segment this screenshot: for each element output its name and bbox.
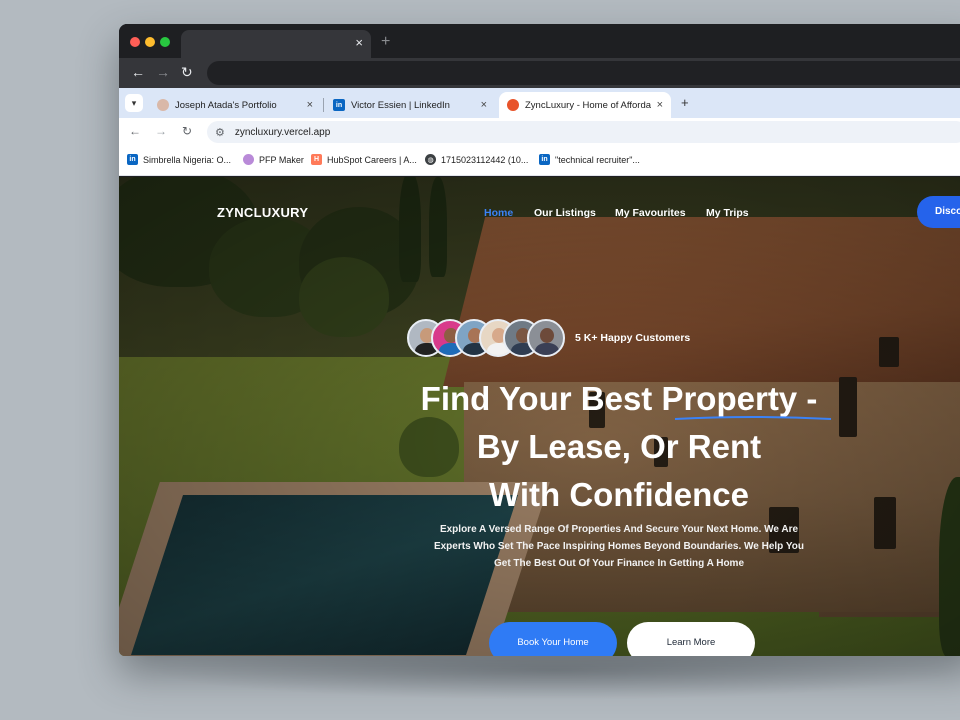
linkedin-icon: in <box>333 99 345 111</box>
outer-tab-bar: × + <box>119 24 960 58</box>
headline-line: With Confidence <box>488 476 750 513</box>
close-window-button[interactable] <box>130 37 140 47</box>
book-your-home-button[interactable]: Book Your Home <box>489 622 617 656</box>
description-line: Explore A Versed Range Of Properties And… <box>439 524 799 535</box>
tab-label: Joseph Atada's Portfolio <box>175 99 277 111</box>
address-bar[interactable]: ⚙ zyncluxury.vercel.app <box>207 121 960 143</box>
description-line: Experts Who Set The Pace Inspiring Homes… <box>433 541 805 552</box>
bookmark-label: PFP Maker <box>259 154 304 165</box>
outer-address-bar[interactable] <box>207 61 960 85</box>
tab-portfolio[interactable]: Joseph Atada's Portfolio × <box>149 92 321 118</box>
back-icon[interactable]: ← <box>129 124 141 138</box>
description-line: Get The Best Out Of Your Finance In Gett… <box>493 558 745 569</box>
minimize-window-button[interactable] <box>145 37 155 47</box>
bookmarks-bar: in Simbrella Nigeria: O... PFP Maker H H… <box>119 146 960 176</box>
new-tab-icon[interactable]: + <box>681 95 689 110</box>
forward-icon[interactable]: → <box>155 124 167 138</box>
page-viewport: ZYNCLUXURY Home Our Listings My Favourit… <box>119 177 960 656</box>
headline-underline <box>674 416 832 420</box>
back-icon[interactable]: ← <box>131 64 145 80</box>
hubspot-icon: H <box>311 154 322 165</box>
browser-window: × + ← → ↻ ▾ Joseph Atada's Portfolio × i… <box>119 24 960 656</box>
portfolio-favicon-icon <box>157 99 169 111</box>
nav-our-listings[interactable]: Our Listings <box>534 207 596 219</box>
forward-icon[interactable]: → <box>156 64 170 80</box>
close-tab-icon[interactable]: × <box>355 35 363 50</box>
avatar <box>527 319 565 357</box>
url-text: zyncluxury.vercel.app <box>234 126 331 138</box>
bookmark-item[interactable]: ◍ 1715023112442 (10... <box>425 154 528 165</box>
bookmark-item[interactable]: in Simbrella Nigeria: O... <box>127 154 231 165</box>
reload-icon[interactable]: ↻ <box>182 124 192 138</box>
discover-button[interactable]: Disco <box>917 196 960 228</box>
bookmark-item[interactable]: in "technical recruiter"... <box>539 154 640 165</box>
tab-zyncluxury[interactable]: ZyncLuxury - Home of Afforda × <box>499 92 671 118</box>
inner-tab-bar: ▾ Joseph Atada's Portfolio × in Victor E… <box>119 88 960 118</box>
reload-icon[interactable]: ↻ <box>181 64 193 81</box>
linkedin-icon: in <box>539 154 550 165</box>
bookmark-label: "technical recruiter"... <box>555 154 640 165</box>
tab-label: ZyncLuxury - Home of Afforda <box>525 99 651 111</box>
nav-home[interactable]: Home <box>484 207 513 219</box>
site-logo[interactable]: ZYNCLUXURY <box>217 205 308 220</box>
nav-my-favourites[interactable]: My Favourites <box>615 207 686 219</box>
tab-list-icon[interactable]: ▾ <box>125 94 143 112</box>
tab-label: Victor Essien | LinkedIn <box>351 99 450 111</box>
hero-headline: Find Your Best Property - By Lease, Or R… <box>369 375 869 519</box>
inner-toolbar: ← → ↻ ⚙ zyncluxury.vercel.app <box>119 118 960 146</box>
bookmark-item[interactable]: PFP Maker <box>243 154 304 165</box>
customer-avatars <box>407 319 565 359</box>
close-tab-icon[interactable]: × <box>307 99 313 111</box>
tab-divider <box>323 98 324 112</box>
tab-linkedin[interactable]: in Victor Essien | LinkedIn × <box>325 92 495 118</box>
site-settings-icon[interactable]: ⚙ <box>215 126 225 139</box>
new-tab-icon[interactable]: + <box>381 33 390 51</box>
happy-customers-count: 5 K+ Happy Customers <box>575 332 691 344</box>
linkedin-icon: in <box>127 154 138 165</box>
bookmark-label: HubSpot Careers | A... <box>327 154 417 165</box>
zyncluxury-favicon-icon <box>507 99 519 111</box>
pfp-icon <box>243 154 254 165</box>
hero-description: Explore A Versed Range Of Properties And… <box>409 521 829 572</box>
outer-active-tab[interactable]: × <box>181 30 371 58</box>
learn-more-button[interactable]: Learn More <box>627 622 755 656</box>
close-tab-icon[interactable]: × <box>481 99 487 111</box>
globe-icon: ◍ <box>425 154 436 165</box>
nav-my-trips[interactable]: My Trips <box>706 207 749 219</box>
maximize-window-button[interactable] <box>160 37 170 47</box>
bookmark-label: 1715023112442 (10... <box>441 154 529 165</box>
bookmark-item[interactable]: H HubSpot Careers | A... <box>311 154 417 165</box>
bookmark-label: Simbrella Nigeria: O... <box>143 154 232 165</box>
headline-line: By Lease, Or Rent <box>476 428 762 465</box>
close-tab-icon[interactable]: × <box>657 99 663 111</box>
